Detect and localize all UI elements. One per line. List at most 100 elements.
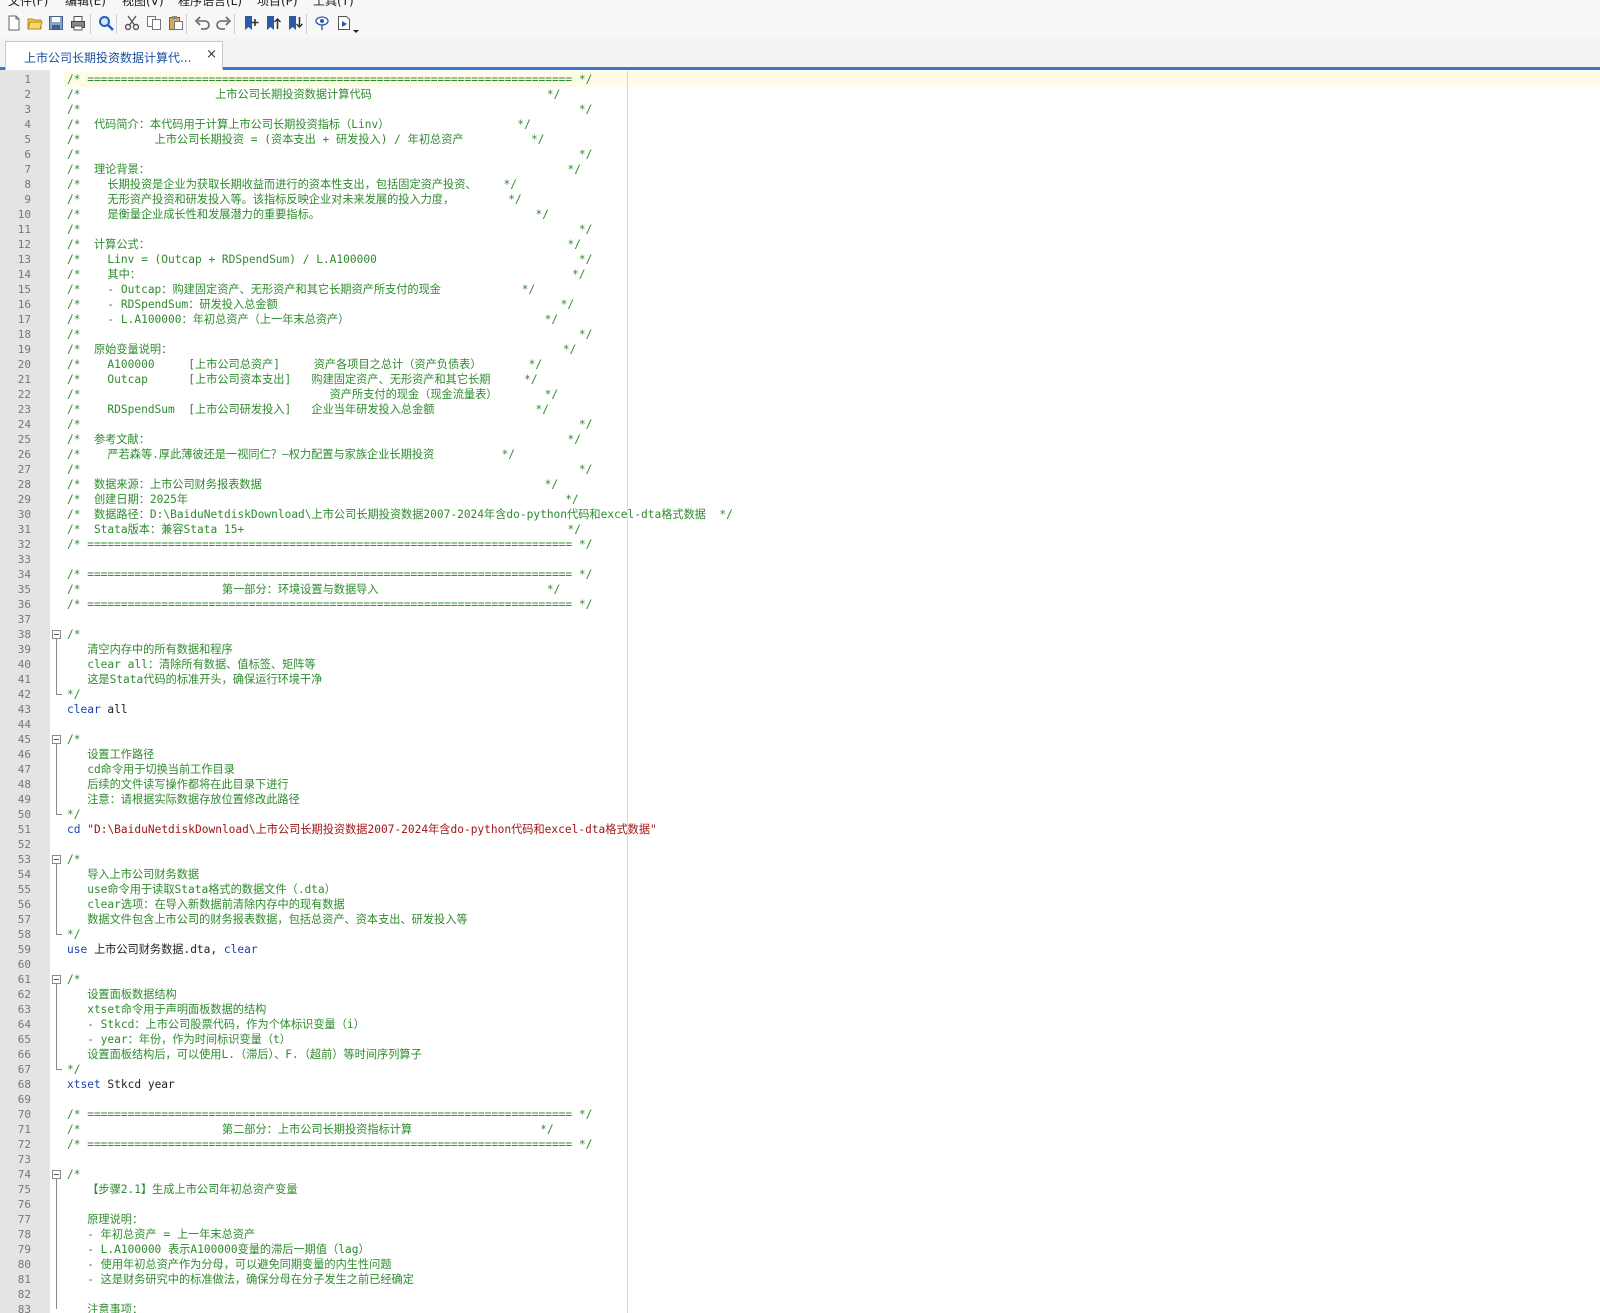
code-line[interactable]: /* 代码简介：本代码用于计算上市公司长期投资指标（Linv） */ [67, 117, 531, 132]
menu-item-4[interactable]: 项目(P) [257, 0, 298, 8]
code-line[interactable]: /* 无形资产投资和研发投入等。该指标反映企业对未来发展的投入力度， */ [67, 192, 522, 207]
previous-bookmark-button[interactable] [263, 13, 283, 33]
code-line[interactable]: /* Linv = (Outcap + RDSpendSum) / L.A100… [67, 252, 592, 267]
code-line[interactable]: /* */ [67, 222, 592, 237]
code-line[interactable]: 设置面板结构后，可以使用L.（滞后）、F.（超前）等时间序列算子 [67, 1047, 422, 1062]
code-line[interactable]: /* =====================================… [67, 597, 592, 612]
new-file-button[interactable] [4, 13, 24, 33]
code-line[interactable]: /* 创建日期：2025年 */ [67, 492, 579, 507]
code-line[interactable]: /* - RDSpendSum：研发投入总金额 */ [67, 297, 574, 312]
code-line[interactable]: /* 理论背景： */ [67, 162, 581, 177]
menu-item-3[interactable]: 程序语言(L) [178, 0, 242, 8]
code-line[interactable]: /* */ [67, 462, 592, 477]
undo-button[interactable] [192, 13, 212, 33]
code-line[interactable]: 设置面板数据结构 [67, 987, 177, 1002]
code-line[interactable]: /* [67, 852, 80, 867]
fold-toggle-icon[interactable] [52, 975, 61, 984]
code-line[interactable]: use 上市公司财务数据.dta, clear [67, 942, 258, 957]
redo-button[interactable] [214, 13, 234, 33]
code-line[interactable]: - year：年份，作为时间标识变量（t） [67, 1032, 291, 1047]
fold-toggle-icon[interactable] [52, 735, 61, 744]
menu-item-1[interactable]: 编辑(E) [65, 0, 106, 8]
fold-toggle-icon[interactable] [52, 855, 61, 864]
menu-item-2[interactable]: 视图(V) [122, 0, 164, 8]
code-line[interactable]: xtset Stkcd year [67, 1077, 175, 1092]
code-line[interactable]: - 这是财务研究中的标准做法，确保分母在分子发生之前已经确定 [67, 1272, 414, 1287]
code-line[interactable]: /* 严若森等.厚此薄彼还是一视同仁？—权力配置与家族企业长期投资 */ [67, 447, 515, 462]
code-line[interactable]: */ [67, 807, 80, 822]
code-line[interactable]: 导入上市公司财务数据 [67, 867, 199, 882]
menu-item-5[interactable]: 工具(T) [313, 0, 354, 8]
code-line[interactable]: cd "D:\BaiduNetdiskDownload\上市公司长期投资数据20… [67, 822, 657, 837]
toggle-bookmark-button[interactable] [241, 13, 261, 33]
fold-toggle-icon[interactable] [52, 630, 61, 639]
code-line[interactable]: /* 第一部分：环境设置与数据导入 */ [67, 582, 560, 597]
code-line[interactable]: /* */ [67, 102, 592, 117]
code-line[interactable]: 设置工作路径 [67, 747, 154, 762]
code-line[interactable]: /* 数据来源：上市公司财务报表数据 */ [67, 477, 558, 492]
code-line[interactable]: /* A100000 [上市公司总资产] 资产各项目之总计（资产负债表） */ [67, 357, 542, 372]
open-file-button[interactable] [25, 13, 45, 33]
code-line[interactable]: - 使用年初总资产作为分母，可以避免同期变量的内生性问题 [67, 1257, 391, 1272]
print-button[interactable] [68, 13, 88, 33]
menu-item-0[interactable]: 文件(F) [8, 0, 48, 8]
file-tab[interactable]: 上市公司长期投资数据计算代... × [5, 41, 223, 70]
close-tab-button[interactable]: × [206, 47, 217, 62]
code-line[interactable]: - L.A100000 表示A100000变量的滞后一期值（lag） [67, 1242, 369, 1257]
code-line[interactable]: */ [67, 1062, 80, 1077]
code-line[interactable]: /* 长期投资是企业为获取长期收益而进行的资本性支出，包括固定资产投资、 */ [67, 177, 517, 192]
code-line[interactable]: */ [67, 927, 80, 942]
code-line[interactable]: /* */ [67, 327, 592, 342]
code-line[interactable]: /* 其中： */ [67, 267, 586, 282]
show-button[interactable] [312, 13, 332, 33]
code-line[interactable]: /* */ [67, 147, 592, 162]
code-line[interactable]: /* 计算公式： */ [67, 237, 581, 252]
code-line[interactable]: 数据文件包含上市公司的财务报表数据，包括总资产、资本支出、研发投入等 [67, 912, 467, 927]
code-line[interactable]: /* [67, 1167, 80, 1182]
code-line[interactable]: /* Stata版本：兼容Stata 15+ */ [67, 522, 581, 537]
code-line[interactable]: /* 资产所支付的现金（现金流量表） */ [67, 387, 558, 402]
next-bookmark-button[interactable] [285, 13, 305, 33]
save-button[interactable] [46, 13, 66, 33]
copy-button[interactable] [144, 13, 164, 33]
code-line[interactable]: cd命令用于切换当前工作目录 [67, 762, 235, 777]
code-line[interactable]: /* RDSpendSum [上市公司研发投入] 企业当年研发投入总金额 */ [67, 402, 549, 417]
code-line[interactable]: /* [67, 972, 80, 987]
code-line[interactable]: clear all：清除所有数据、值标签、矩阵等 [67, 657, 315, 672]
code-line[interactable]: /* 数据路径：D:\BaiduNetdiskDownload\上市公司长期投资… [67, 507, 733, 522]
dropdown-arrow-button[interactable] [350, 20, 362, 40]
code-line[interactable]: xtset命令用于声明面板数据的结构 [67, 1002, 266, 1017]
code-line[interactable]: 注意：请根据实际数据存放位置修改此路径 [67, 792, 300, 807]
code-line[interactable]: /* [67, 627, 80, 642]
code-line[interactable]: clear all [67, 702, 128, 717]
code-line[interactable]: 注意事项： [67, 1302, 143, 1313]
code-line[interactable]: clear选项：在导入新数据前清除内存中的现有数据 [67, 897, 344, 912]
code-line[interactable]: /* [67, 732, 80, 747]
code-line[interactable]: */ [67, 687, 80, 702]
code-line[interactable]: /* */ [67, 417, 592, 432]
code-line[interactable]: 清空内存中的所有数据和程序 [67, 642, 232, 657]
code-line[interactable]: - 年初总资产 = 上一年末总资产 [67, 1227, 255, 1242]
code-line[interactable]: /* 第二部分：上市公司长期投资指标计算 */ [67, 1122, 554, 1137]
code-line[interactable]: /* 原始变量说明： */ [67, 342, 576, 357]
code-line[interactable]: 【步骤2.1】生成上市公司年初总资产变量 [67, 1182, 297, 1197]
code-line[interactable]: /* 上市公司长期投资 = (资本支出 + 研发投入) / 年初总资产 */ [67, 132, 544, 147]
code-line[interactable]: 这是Stata代码的标准开头，确保运行环境干净 [67, 672, 322, 687]
code-line[interactable]: 后续的文件读写操作都将在此目录下进行 [67, 777, 288, 792]
code-line[interactable]: /* =====================================… [67, 537, 592, 552]
code-line[interactable]: /* 参考文献： */ [67, 432, 581, 447]
code-line[interactable]: /* Outcap [上市公司资本支出] 购建固定资产、无形资产和其它长期 */ [67, 372, 538, 387]
code-editor[interactable]: 1 2 3 4 5 6 7 8 9 10 11 12 13 14 15 16 17 18 19 20 21 22 23 24 2… [0, 70, 1600, 1313]
code-line[interactable]: /* =====================================… [67, 1137, 592, 1152]
code-line[interactable]: use命令用于读取Stata格式的数据文件（.dta） [67, 882, 336, 897]
code-line[interactable]: /* =====================================… [67, 1107, 592, 1122]
code-line[interactable]: /* 上市公司长期投资数据计算代码 */ [67, 87, 560, 102]
fold-toggle-icon[interactable] [52, 1170, 61, 1179]
code-line[interactable]: /* 是衡量企业成长性和发展潜力的重要指标。 */ [67, 207, 549, 222]
cut-button[interactable] [122, 13, 142, 33]
paste-button[interactable] [166, 13, 186, 33]
code-line[interactable]: /* =====================================… [67, 72, 592, 87]
code-line[interactable]: /* - L.A100000：年初总资产（上一年末总资产） */ [67, 312, 558, 327]
find-button[interactable] [96, 13, 116, 33]
code-line[interactable]: /* =====================================… [67, 567, 592, 582]
